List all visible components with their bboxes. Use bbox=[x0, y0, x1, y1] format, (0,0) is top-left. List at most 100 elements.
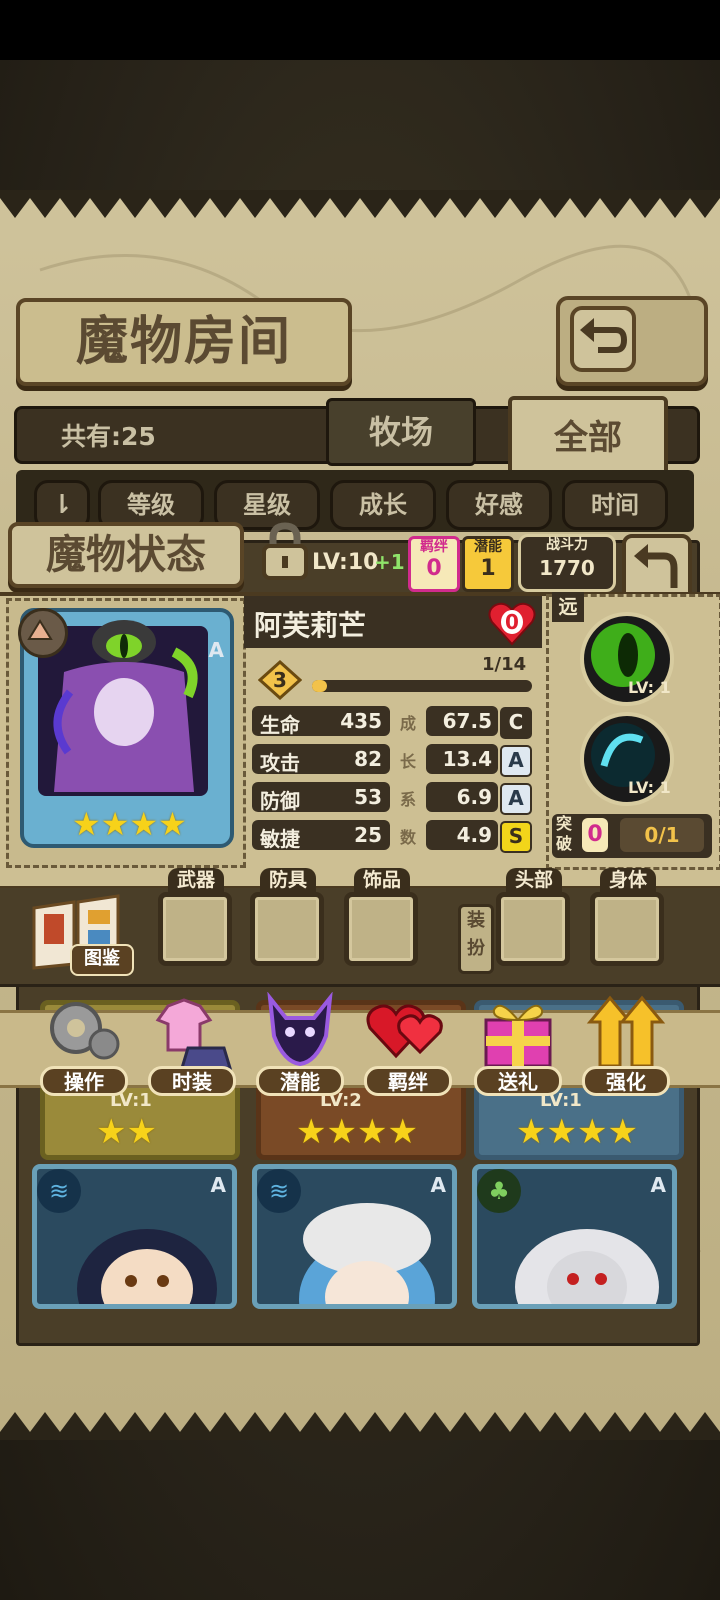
growth-caption-char: 成 bbox=[400, 714, 417, 733]
accessory-slot-label: 饰品 bbox=[354, 868, 410, 892]
lock-button[interactable] bbox=[256, 520, 314, 582]
skill-2-level: LV: 1 bbox=[628, 778, 671, 797]
weapon-slot-label: 武器 bbox=[168, 868, 224, 892]
tab-ranch[interactable]: 牧场 bbox=[326, 398, 476, 466]
status-title: 魔物状态 bbox=[8, 522, 244, 588]
growth-grade-badge: S bbox=[500, 821, 532, 853]
gift-label: 送礼 bbox=[474, 1066, 562, 1096]
outfit-button[interactable]: 时装 bbox=[148, 992, 236, 1096]
growth-value: 13.4 bbox=[442, 747, 492, 771]
monster-name: 阿芙莉芒 bbox=[254, 609, 367, 642]
body-slot-label: 身体 bbox=[600, 868, 656, 892]
breakthrough-progress: 0/1 bbox=[620, 818, 704, 852]
power-badge: 战斗力 1770 bbox=[518, 534, 616, 592]
rank-badge: A bbox=[208, 638, 224, 662]
stat-value: 53 bbox=[354, 785, 382, 809]
monster-level: 3 bbox=[273, 668, 287, 692]
head-slot-label: 头部 bbox=[506, 868, 562, 892]
stat-label: 攻击 bbox=[260, 751, 300, 775]
growth-value: 4.9 bbox=[456, 823, 492, 847]
exp-text: 1/14 bbox=[482, 654, 527, 675]
growth-caption-char: 长 bbox=[400, 752, 417, 771]
dress-up-button[interactable]: 装 扮 bbox=[458, 904, 494, 974]
stat-row: 攻击 82 bbox=[252, 744, 390, 775]
monster-portrait-black-hair bbox=[77, 1229, 217, 1304]
growth-value: 6.9 bbox=[456, 785, 492, 809]
weapon-slot[interactable] bbox=[158, 892, 232, 966]
head-slot[interactable] bbox=[496, 892, 570, 966]
accessory-slot[interactable] bbox=[344, 892, 418, 966]
growth-value-box: 6.9 bbox=[426, 782, 498, 812]
double-heart-icon bbox=[366, 1004, 443, 1059]
shadow-demon-icon bbox=[267, 991, 333, 1067]
sort-growth-button[interactable]: 成长 bbox=[330, 480, 436, 530]
growth-value: 67.5 bbox=[442, 709, 492, 733]
growth-caption-char: 数 bbox=[400, 828, 417, 847]
power-value: 1770 bbox=[539, 556, 595, 580]
bond-badge: 羁绊 0 bbox=[408, 536, 460, 592]
star-icon: ★ bbox=[129, 805, 159, 843]
bond-button[interactable]: 羁绊 bbox=[364, 992, 452, 1096]
body-slot[interactable] bbox=[590, 892, 664, 966]
monster-portrait-white-hair bbox=[515, 1229, 659, 1304]
potential-value: 1 bbox=[480, 556, 496, 581]
growth-value-box: 13.4 bbox=[426, 744, 498, 774]
gift-button[interactable]: 送礼 bbox=[474, 992, 562, 1096]
monster-portrait-card[interactable]: A ★★★★ bbox=[18, 608, 234, 848]
bg-level-plus: +1 bbox=[374, 550, 405, 574]
monster-portrait-blue-hair bbox=[299, 1203, 435, 1304]
affinity-heart[interactable]: 0 bbox=[486, 600, 538, 646]
mountain-icon bbox=[27, 619, 53, 640]
star-icon: ★ bbox=[100, 805, 130, 843]
class-emblem bbox=[18, 608, 68, 658]
tab-all[interactable]: 全部 bbox=[508, 396, 668, 480]
power-label: 战斗力 bbox=[546, 537, 588, 553]
exp-bar bbox=[312, 680, 532, 692]
monster-card-white-hair[interactable]: ♣ A bbox=[472, 1164, 677, 1309]
growth-caption-char: 系 bbox=[400, 790, 417, 809]
skill-1-level: LV: 1 bbox=[628, 678, 671, 697]
operate-button[interactable]: 操作 bbox=[40, 992, 128, 1096]
range-tag: 远 bbox=[552, 592, 584, 622]
stat-row: 防御 53 bbox=[252, 782, 390, 813]
monster-card-blue-hair[interactable]: ≋ A bbox=[252, 1164, 457, 1309]
armor-slot[interactable] bbox=[250, 892, 324, 966]
grid-card-1-stars: ★★ bbox=[96, 1112, 157, 1152]
growth-grade-badge: A bbox=[500, 745, 532, 777]
growth-grade-badge: A bbox=[500, 783, 532, 815]
potential-badge: 潜能 1 bbox=[462, 536, 514, 592]
bond-label-btn: 羁绊 bbox=[364, 1066, 452, 1096]
codex-label: 图鉴 bbox=[70, 944, 134, 976]
enhance-button[interactable]: 强化 bbox=[582, 992, 670, 1096]
back-button[interactable] bbox=[556, 296, 708, 386]
breakthrough-value: 0 bbox=[582, 818, 608, 852]
sort-affinity-button[interactable]: 好感 bbox=[446, 480, 552, 530]
page-title: 魔物房间 bbox=[16, 298, 352, 386]
stat-row: 敏捷 25 bbox=[252, 820, 390, 851]
potential-label: 潜能 bbox=[474, 539, 502, 555]
star-rating: ★★★★ bbox=[72, 808, 187, 840]
enhance-label: 强化 bbox=[582, 1066, 670, 1096]
monster-card-black-hair[interactable]: ≋ A bbox=[32, 1164, 237, 1309]
codex-button[interactable]: 图鉴 bbox=[26, 892, 136, 982]
grid-card-2-stars: ★★★★ bbox=[296, 1112, 418, 1152]
skill-2[interactable]: LV: 1 bbox=[580, 712, 674, 806]
armor-slot-label: 防具 bbox=[260, 868, 316, 892]
return-arrow-icon bbox=[634, 544, 678, 588]
dress-label-bottom: 扮 bbox=[467, 938, 485, 959]
stat-value: 435 bbox=[340, 709, 382, 733]
breakthrough-label-bottom: 破 bbox=[556, 834, 573, 853]
return-icon bbox=[570, 306, 636, 372]
stat-label: 防御 bbox=[260, 789, 300, 813]
exp-bar-fill bbox=[312, 680, 328, 692]
bond-label: 羁绊 bbox=[420, 539, 448, 555]
potential-button[interactable]: 潜能 bbox=[256, 991, 344, 1096]
skill-1[interactable]: LV: 1 bbox=[580, 612, 674, 706]
breakthrough-bar: 突 破 0 0/1 bbox=[552, 814, 712, 858]
star-icon: ★ bbox=[72, 805, 101, 843]
sort-time-button[interactable]: 时间 bbox=[562, 480, 668, 530]
operate-label: 操作 bbox=[40, 1066, 128, 1096]
gift-icon bbox=[484, 1004, 552, 1068]
stat-label: 敏捷 bbox=[260, 827, 300, 851]
gear-icon bbox=[50, 1002, 120, 1060]
